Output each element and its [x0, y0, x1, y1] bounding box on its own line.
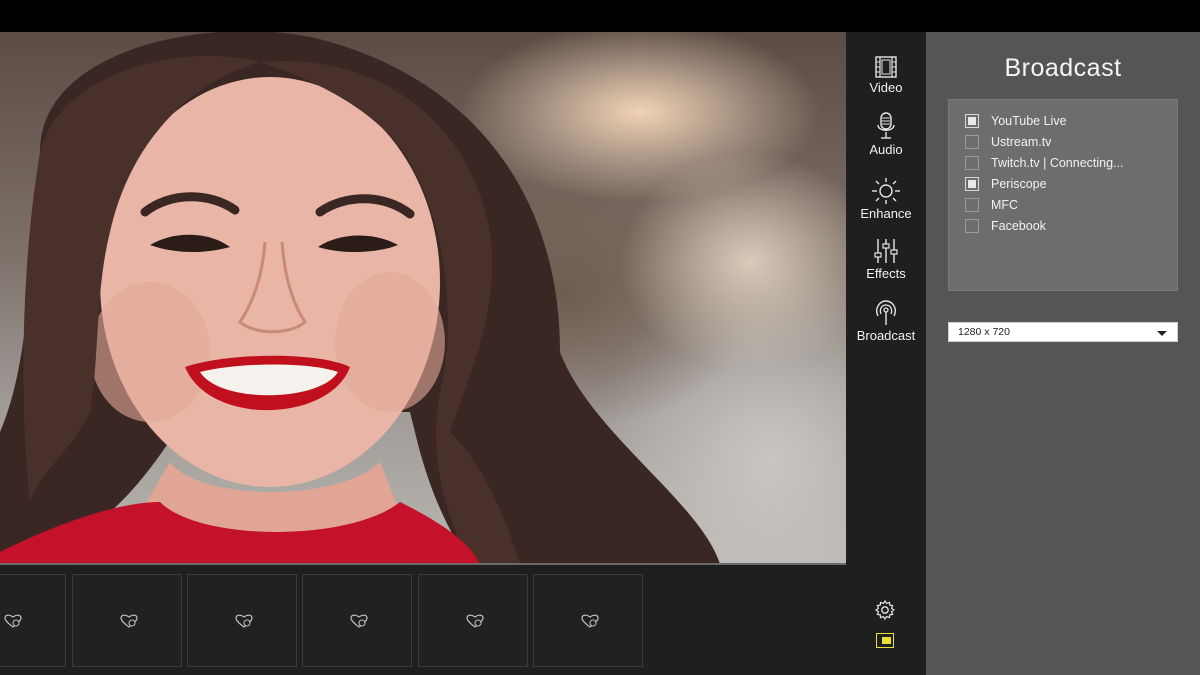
snapshot-slot[interactable]	[72, 574, 182, 667]
heart-camera-icon	[120, 614, 138, 628]
heart-camera-icon	[466, 614, 484, 628]
checkbox[interactable]	[965, 198, 979, 212]
heart-camera-icon	[4, 614, 22, 628]
rail-item-enhance[interactable]: Enhance	[846, 178, 926, 221]
resolution-dropdown[interactable]: 1280 x 720	[948, 322, 1178, 342]
service-label: Periscope	[991, 177, 1047, 191]
snapshot-filmstrip	[0, 565, 846, 675]
top-bar	[0, 0, 1200, 32]
video-preview	[0, 32, 846, 564]
rail-item-video[interactable]: Video	[846, 56, 926, 95]
snapshot-slot[interactable]	[302, 574, 412, 667]
checkbox[interactable]	[965, 177, 979, 191]
webcam-feed-image	[0, 32, 720, 564]
snapshot-slot[interactable]	[418, 574, 528, 667]
service-mfc[interactable]: MFC	[965, 196, 1018, 214]
snapshot-slot[interactable]	[187, 574, 297, 667]
heart-camera-icon	[350, 614, 368, 628]
panel-title: Broadcast	[1004, 54, 1122, 82]
rail-label-audio: Audio	[869, 142, 903, 157]
service-label: Facebook	[991, 219, 1046, 233]
service-label: Ustream.tv	[991, 135, 1052, 149]
service-label: MFC	[991, 198, 1019, 212]
picture-in-picture-icon[interactable]	[876, 633, 894, 648]
rail-label-enhance: Enhance	[860, 206, 912, 221]
rail-item-broadcast[interactable]: Broadcast	[846, 300, 926, 343]
service-label: YouTube Live	[991, 114, 1067, 128]
microphone-icon	[877, 112, 895, 139]
checkbox[interactable]	[965, 156, 979, 170]
gear-icon[interactable]	[875, 600, 895, 620]
service-twitch[interactable]: Twitch.tv | Connecting...	[965, 154, 1123, 172]
snapshot-slot[interactable]	[0, 574, 66, 667]
heart-camera-icon	[581, 614, 599, 628]
service-youtube-live[interactable]: YouTube Live	[965, 112, 1067, 130]
rail-item-effects[interactable]: Effects	[846, 238, 926, 281]
checkbox[interactable]	[965, 219, 979, 233]
service-periscope[interactable]: Periscope	[965, 175, 1047, 193]
checkbox[interactable]	[965, 114, 979, 128]
rail-label-effects: Effects	[866, 266, 906, 281]
chevron-down-icon	[1157, 331, 1167, 336]
resolution-value: 1280 x 720	[958, 326, 1010, 338]
sun-icon	[872, 178, 900, 204]
tool-rail: Video Audio Enhance Effects Broadcast	[846, 32, 926, 675]
broadcast-panel: Broadcast YouTube Live Ustream.tv Twitch…	[926, 32, 1200, 675]
rail-item-audio[interactable]: Audio	[846, 112, 926, 157]
heart-camera-icon	[235, 614, 253, 628]
service-facebook[interactable]: Facebook	[965, 217, 1046, 235]
broadcast-icon	[876, 300, 896, 325]
checkbox[interactable]	[965, 135, 979, 149]
rail-label-broadcast: Broadcast	[856, 328, 916, 343]
film-icon	[875, 56, 897, 78]
broadcast-services-list: YouTube Live Ustream.tv Twitch.tv | Conn…	[948, 99, 1178, 291]
service-ustream[interactable]: Ustream.tv	[965, 133, 1051, 151]
snapshot-slot[interactable]	[533, 574, 643, 667]
rail-label-video: Video	[869, 80, 903, 95]
service-label: Twitch.tv | Connecting...	[991, 156, 1124, 170]
sliders-icon	[874, 239, 898, 263]
